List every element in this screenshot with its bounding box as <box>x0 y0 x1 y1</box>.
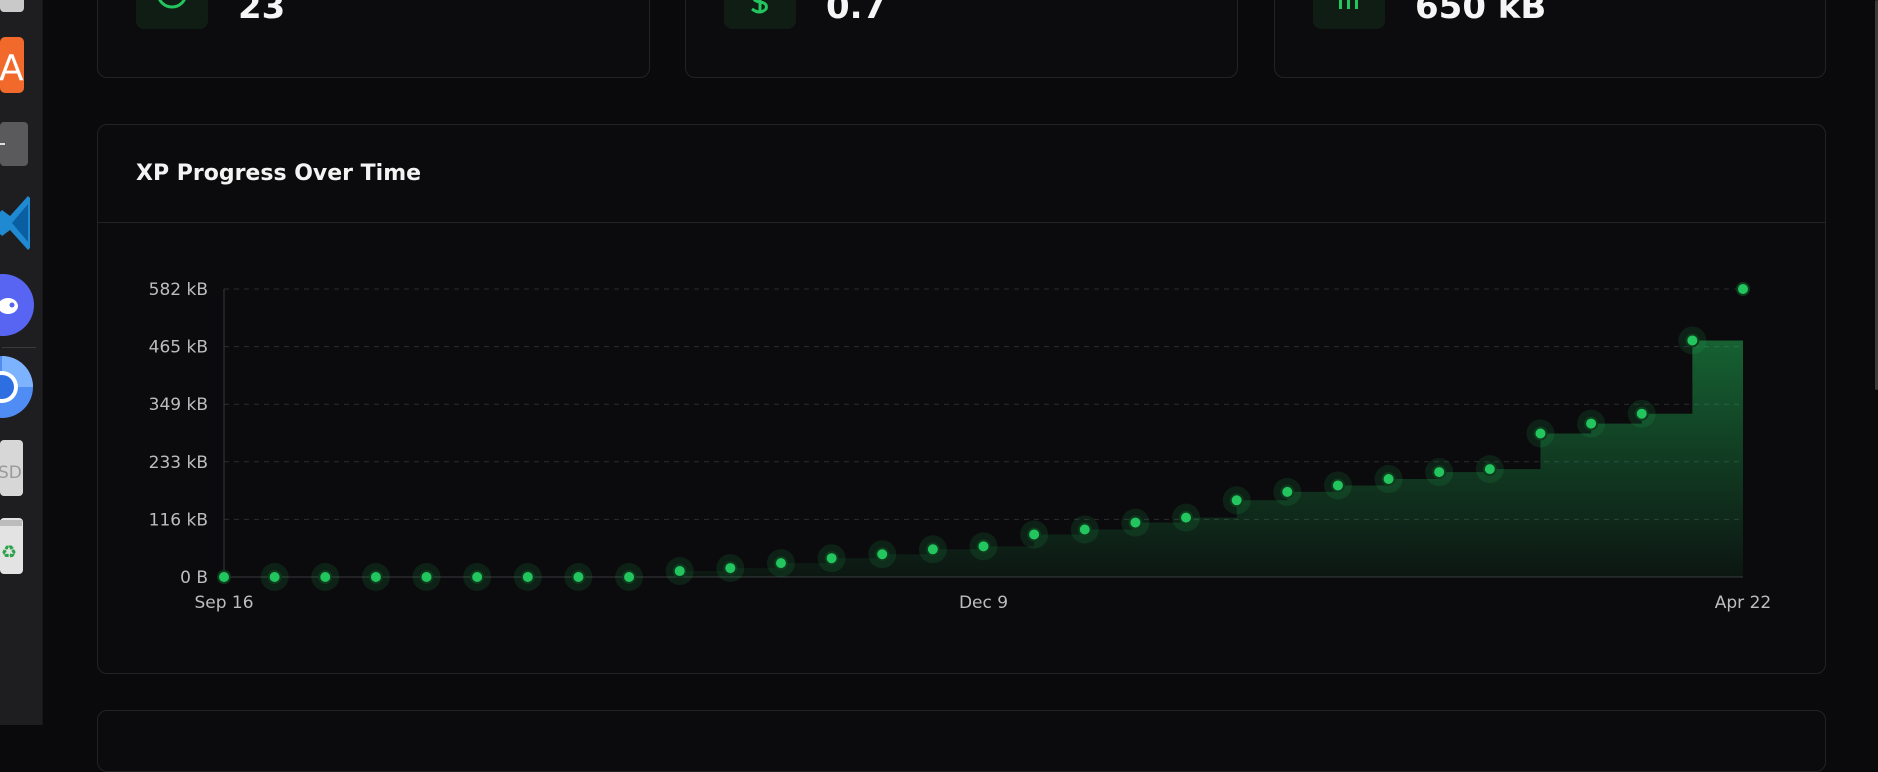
data-point[interactable] <box>1280 484 1295 499</box>
dollar-icon <box>724 0 796 29</box>
data-point[interactable] <box>773 556 788 571</box>
data-point[interactable] <box>925 542 940 557</box>
x-tick-label: Apr 22 <box>1715 593 1771 613</box>
data-point[interactable] <box>267 570 282 584</box>
vscode-icon[interactable] <box>0 194 32 254</box>
data-point[interactable] <box>1381 472 1396 487</box>
data-point[interactable] <box>318 570 333 584</box>
svg-text:♻: ♻ <box>1 542 17 563</box>
data-point[interactable] <box>1584 416 1599 431</box>
data-point[interactable] <box>1229 493 1244 508</box>
data-point[interactable] <box>875 547 890 562</box>
app-dock: A SD ♻ <box>0 0 43 725</box>
stat-card-1: 23 <box>97 0 650 78</box>
y-tick-label: 0 B <box>180 568 208 588</box>
svg-text:SD: SD <box>0 463 22 483</box>
stat-card-2: 0.7 <box>685 0 1238 78</box>
data-point[interactable] <box>1027 527 1042 542</box>
svg-text:A: A <box>0 48 24 89</box>
xp-progress-card: XP Progress Over Time 0 B 116 kB 233 kB 349… <box>97 124 1826 674</box>
data-point[interactable] <box>1432 465 1447 480</box>
data-point[interactable] <box>723 561 738 576</box>
data-point[interactable] <box>1736 282 1750 296</box>
dock-separator <box>2 347 36 348</box>
data-point[interactable] <box>1077 522 1092 537</box>
data-point[interactable] <box>1482 462 1497 477</box>
data-point[interactable] <box>368 570 383 584</box>
data-point[interactable] <box>1330 478 1345 493</box>
discord-icon[interactable] <box>0 272 36 338</box>
data-point[interactable] <box>1128 515 1143 530</box>
data-point[interactable] <box>1685 333 1700 348</box>
y-tick-label: 349 kB <box>149 395 208 415</box>
stat-value: 650 kB <box>1415 0 1547 27</box>
y-tick-label: 465 kB <box>149 338 208 358</box>
data-point[interactable] <box>976 539 991 554</box>
y-tick-label: 582 kB <box>149 280 208 300</box>
stat-card-3: 650 kB <box>1274 0 1826 78</box>
data-point[interactable] <box>824 551 839 566</box>
data-point[interactable] <box>419 570 434 584</box>
data-point[interactable] <box>622 570 637 584</box>
data-point[interactable] <box>571 570 586 584</box>
data-point[interactable] <box>470 570 485 584</box>
data-point[interactable] <box>1634 406 1649 421</box>
data-point[interactable] <box>217 570 231 584</box>
data-point[interactable] <box>672 564 687 579</box>
data-point[interactable] <box>1179 510 1194 525</box>
data-point[interactable] <box>520 570 535 584</box>
y-tick-label: 116 kB <box>149 510 208 530</box>
sd-card-icon[interactable]: SD <box>0 440 26 498</box>
y-tick-label: 233 kB <box>149 453 208 473</box>
stat-value: 0.7 <box>826 0 887 27</box>
terminal-icon[interactable] <box>0 122 30 168</box>
trash-icon[interactable]: ♻ <box>0 518 26 576</box>
bars-icon <box>1313 0 1385 29</box>
next-card <box>97 710 1826 772</box>
data-point[interactable] <box>1533 426 1548 441</box>
x-tick-label: Sep 16 <box>194 593 253 613</box>
circle-icon <box>136 0 208 29</box>
xp-progress-chart: 0 B 116 kB 233 kB 349 kB 465 kB 582 kB Sep 16 D… <box>149 280 1772 613</box>
stat-value: 23 <box>238 0 286 27</box>
chrome-icon[interactable] <box>0 352 36 422</box>
x-tick-label: Dec 9 <box>959 593 1008 613</box>
